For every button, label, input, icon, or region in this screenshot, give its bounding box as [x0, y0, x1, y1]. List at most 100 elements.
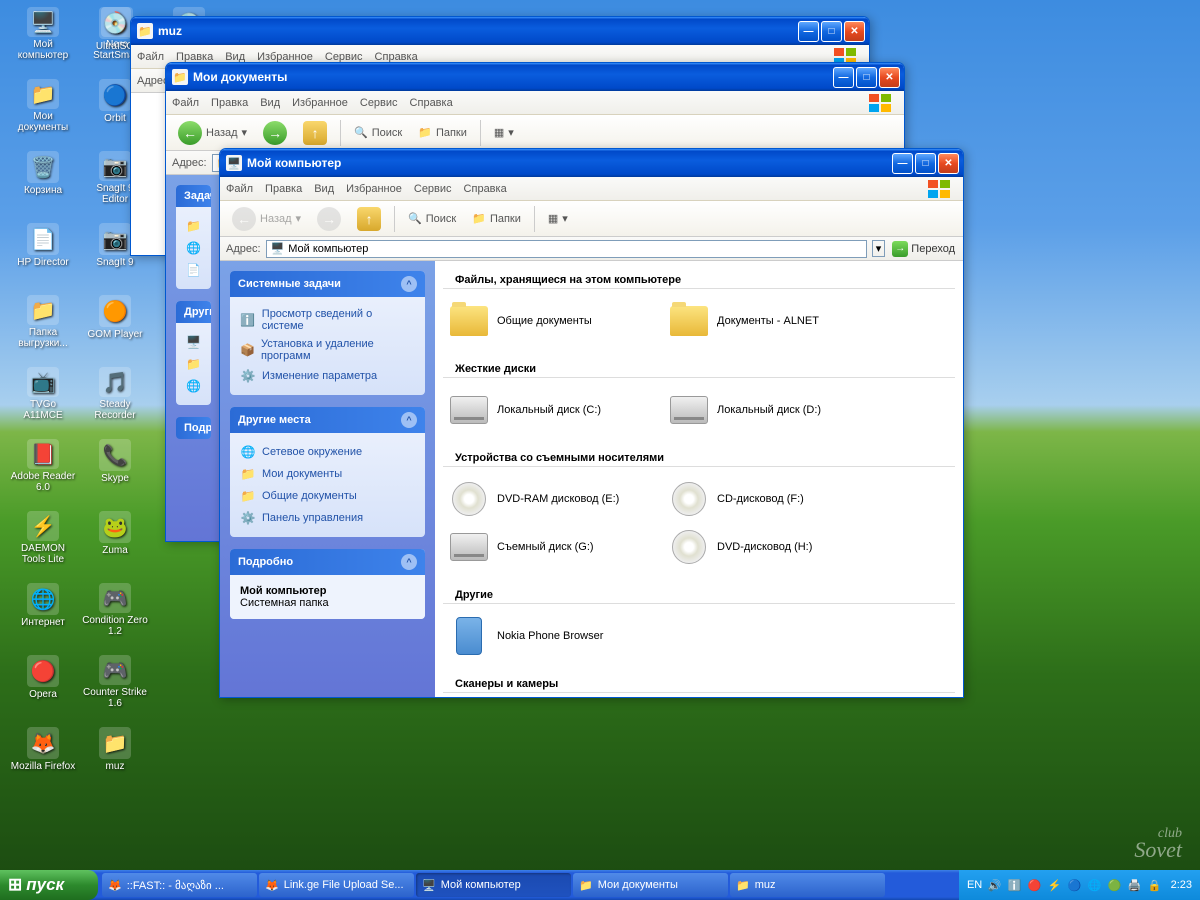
- menu-favorites[interactable]: Избранное: [257, 51, 313, 63]
- tray-icon[interactable]: ⚡: [1047, 877, 1063, 893]
- window-my-computer[interactable]: 🖥️ Мой компьютер — □ ✕ Файл Правка Вид И…: [219, 148, 964, 698]
- search-button[interactable]: 🔍Поиск: [402, 209, 462, 228]
- task-header[interactable]: Системные задачи^: [230, 271, 425, 297]
- back-button[interactable]: ←Назад▾: [226, 204, 307, 234]
- tray-icon[interactable]: 🔒: [1147, 877, 1163, 893]
- drive-cd[interactable]: CD-дисковод (F:): [663, 475, 883, 523]
- titlebar[interactable]: 📁 Мои документы — □ ✕: [166, 63, 904, 91]
- task-header[interactable]: Подро: [176, 417, 211, 439]
- maximize-button[interactable]: □: [821, 21, 842, 42]
- menu-view[interactable]: Вид: [225, 51, 245, 63]
- link-network-places[interactable]: 🌐Сетевое окружение: [240, 441, 415, 463]
- menu-edit[interactable]: Правка: [176, 51, 213, 63]
- desktop-icon-my-documents[interactable]: 📁Мои документы: [8, 77, 78, 135]
- collapse-icon[interactable]: ^: [401, 554, 417, 570]
- tray-icon[interactable]: 🔵: [1067, 877, 1083, 893]
- back-button[interactable]: ←Назад▾: [172, 118, 253, 148]
- search-button[interactable]: 🔍Поиск: [348, 123, 408, 142]
- link-shared-documents[interactable]: 📁Общие документы: [240, 485, 415, 507]
- go-button[interactable]: →Переход: [890, 239, 957, 259]
- tray-icon[interactable]: 🔊: [987, 877, 1003, 893]
- menu-edit[interactable]: Правка: [265, 183, 302, 195]
- maximize-button[interactable]: □: [915, 153, 936, 174]
- taskbar-item-muz[interactable]: 📁muz: [730, 873, 885, 897]
- desktop-icon-recycle-bin[interactable]: 🗑️Корзина: [8, 149, 78, 207]
- folder-shared-documents[interactable]: Общие документы: [443, 297, 663, 345]
- forward-button[interactable]: →: [257, 118, 293, 148]
- menu-help[interactable]: Справка: [375, 51, 418, 63]
- link-my-documents[interactable]: 📁Мои документы: [240, 463, 415, 485]
- menu-file[interactable]: Файл: [137, 51, 164, 63]
- desktop-icon-gom-player[interactable]: 🟠GOM Player: [80, 293, 150, 351]
- titlebar[interactable]: 📁 muz — □ ✕: [131, 17, 869, 45]
- desktop-icon-daemon-tools[interactable]: ⚡DAEMON Tools Lite: [8, 509, 78, 567]
- views-button[interactable]: ▦▾: [488, 123, 520, 142]
- menu-favorites[interactable]: Избранное: [346, 183, 402, 195]
- taskbar-item-linkge[interactable]: 🦊Link.ge File Upload Se...: [259, 873, 414, 897]
- clock[interactable]: 2:23: [1171, 879, 1192, 891]
- task-link[interactable]: 🌐: [186, 375, 201, 397]
- menu-tools[interactable]: Сервис: [325, 51, 363, 63]
- close-button[interactable]: ✕: [938, 153, 959, 174]
- task-header[interactable]: Другие места^: [230, 407, 425, 433]
- desktop-icon-tvgo[interactable]: 📺TVGo A11MCE: [8, 365, 78, 423]
- up-button[interactable]: ↑: [351, 204, 387, 234]
- drive-dvd[interactable]: DVD-дисковод (H:): [663, 523, 883, 571]
- drive-d[interactable]: Локальный диск (D:): [663, 386, 883, 434]
- taskbar-item-my-computer[interactable]: 🖥️Мой компьютер: [416, 873, 571, 897]
- address-input[interactable]: 🖥️Мой компьютер: [266, 240, 867, 258]
- folders-button[interactable]: 📁Папки: [466, 209, 527, 228]
- task-change-setting[interactable]: ⚙️Изменение параметра: [240, 365, 415, 387]
- nokia-phone-browser[interactable]: Nokia Phone Browser: [443, 612, 663, 660]
- menu-file[interactable]: Файл: [172, 97, 199, 109]
- desktop-icon-zuma[interactable]: 🐸Zuma: [80, 509, 150, 567]
- desktop-icon-counter-strike[interactable]: 🎮Counter Strike 1.6: [80, 653, 150, 711]
- tray-icon[interactable]: 🟢: [1107, 877, 1123, 893]
- minimize-button[interactable]: —: [892, 153, 913, 174]
- link-control-panel[interactable]: ⚙️Панель управления: [240, 507, 415, 529]
- task-view-system-info[interactable]: ℹ️Просмотр сведений о системе: [240, 305, 415, 335]
- desktop-icon-muz-folder[interactable]: 📁muz: [80, 725, 150, 783]
- chevron-down-icon[interactable]: ▾: [872, 240, 886, 257]
- task-header[interactable]: Други: [176, 301, 211, 323]
- desktop-icon-condition-zero[interactable]: 🎮Condition Zero 1.2: [80, 581, 150, 639]
- task-link[interactable]: 📁: [186, 353, 201, 375]
- menu-file[interactable]: Файл: [226, 183, 253, 195]
- menu-view[interactable]: Вид: [260, 97, 280, 109]
- close-button[interactable]: ✕: [844, 21, 865, 42]
- desktop-icon-adobe-reader[interactable]: 📕Adobe Reader 6.0: [8, 437, 78, 495]
- task-header[interactable]: Подробно^: [230, 549, 425, 575]
- maximize-button[interactable]: □: [856, 67, 877, 88]
- tray-icon[interactable]: 🔴: [1027, 877, 1043, 893]
- drive-c[interactable]: Локальный диск (C:): [443, 386, 663, 434]
- desktop-icon-skype[interactable]: 📞Skype: [80, 437, 150, 495]
- folder-user-documents[interactable]: Документы - ALNET: [663, 297, 883, 345]
- titlebar[interactable]: 🖥️ Мой компьютер — □ ✕: [220, 149, 963, 177]
- task-add-remove-programs[interactable]: 📦Установка и удаление программ: [240, 335, 415, 365]
- drive-dvd-ram[interactable]: DVD-RAM дисковод (E:): [443, 475, 663, 523]
- menu-favorites[interactable]: Избранное: [292, 97, 348, 109]
- task-link[interactable]: 📁: [186, 215, 201, 237]
- tray-icon[interactable]: 🖨️: [1127, 877, 1143, 893]
- desktop-icon-internet[interactable]: 🌐Интернет: [8, 581, 78, 639]
- close-button[interactable]: ✕: [879, 67, 900, 88]
- menu-help[interactable]: Справка: [464, 183, 507, 195]
- menu-tools[interactable]: Сервис: [414, 183, 452, 195]
- tray-icon[interactable]: ℹ️: [1007, 877, 1023, 893]
- minimize-button[interactable]: —: [798, 21, 819, 42]
- desktop-icon-hp-director[interactable]: 📄HP Director: [8, 221, 78, 279]
- collapse-icon[interactable]: ^: [401, 412, 417, 428]
- task-link[interactable]: 🌐: [186, 237, 201, 259]
- desktop-icon-steady-recorder[interactable]: 🎵Steady Recorder: [80, 365, 150, 423]
- drive-removable[interactable]: Съемный диск (G:): [443, 523, 663, 571]
- task-link[interactable]: 📄: [186, 259, 201, 281]
- forward-button[interactable]: →: [311, 204, 347, 234]
- desktop-icon-opera[interactable]: 🔴Opera: [8, 653, 78, 711]
- menu-help[interactable]: Справка: [410, 97, 453, 109]
- taskbar-item-fast[interactable]: 🦊::FAST:: - მაღაზი ...: [102, 873, 257, 897]
- desktop-icon-my-computer[interactable]: 🖥️Мой компьютер: [8, 5, 78, 63]
- menu-edit[interactable]: Правка: [211, 97, 248, 109]
- minimize-button[interactable]: —: [833, 67, 854, 88]
- taskbar-item-my-documents[interactable]: 📁Мои документы: [573, 873, 728, 897]
- menu-tools[interactable]: Сервис: [360, 97, 398, 109]
